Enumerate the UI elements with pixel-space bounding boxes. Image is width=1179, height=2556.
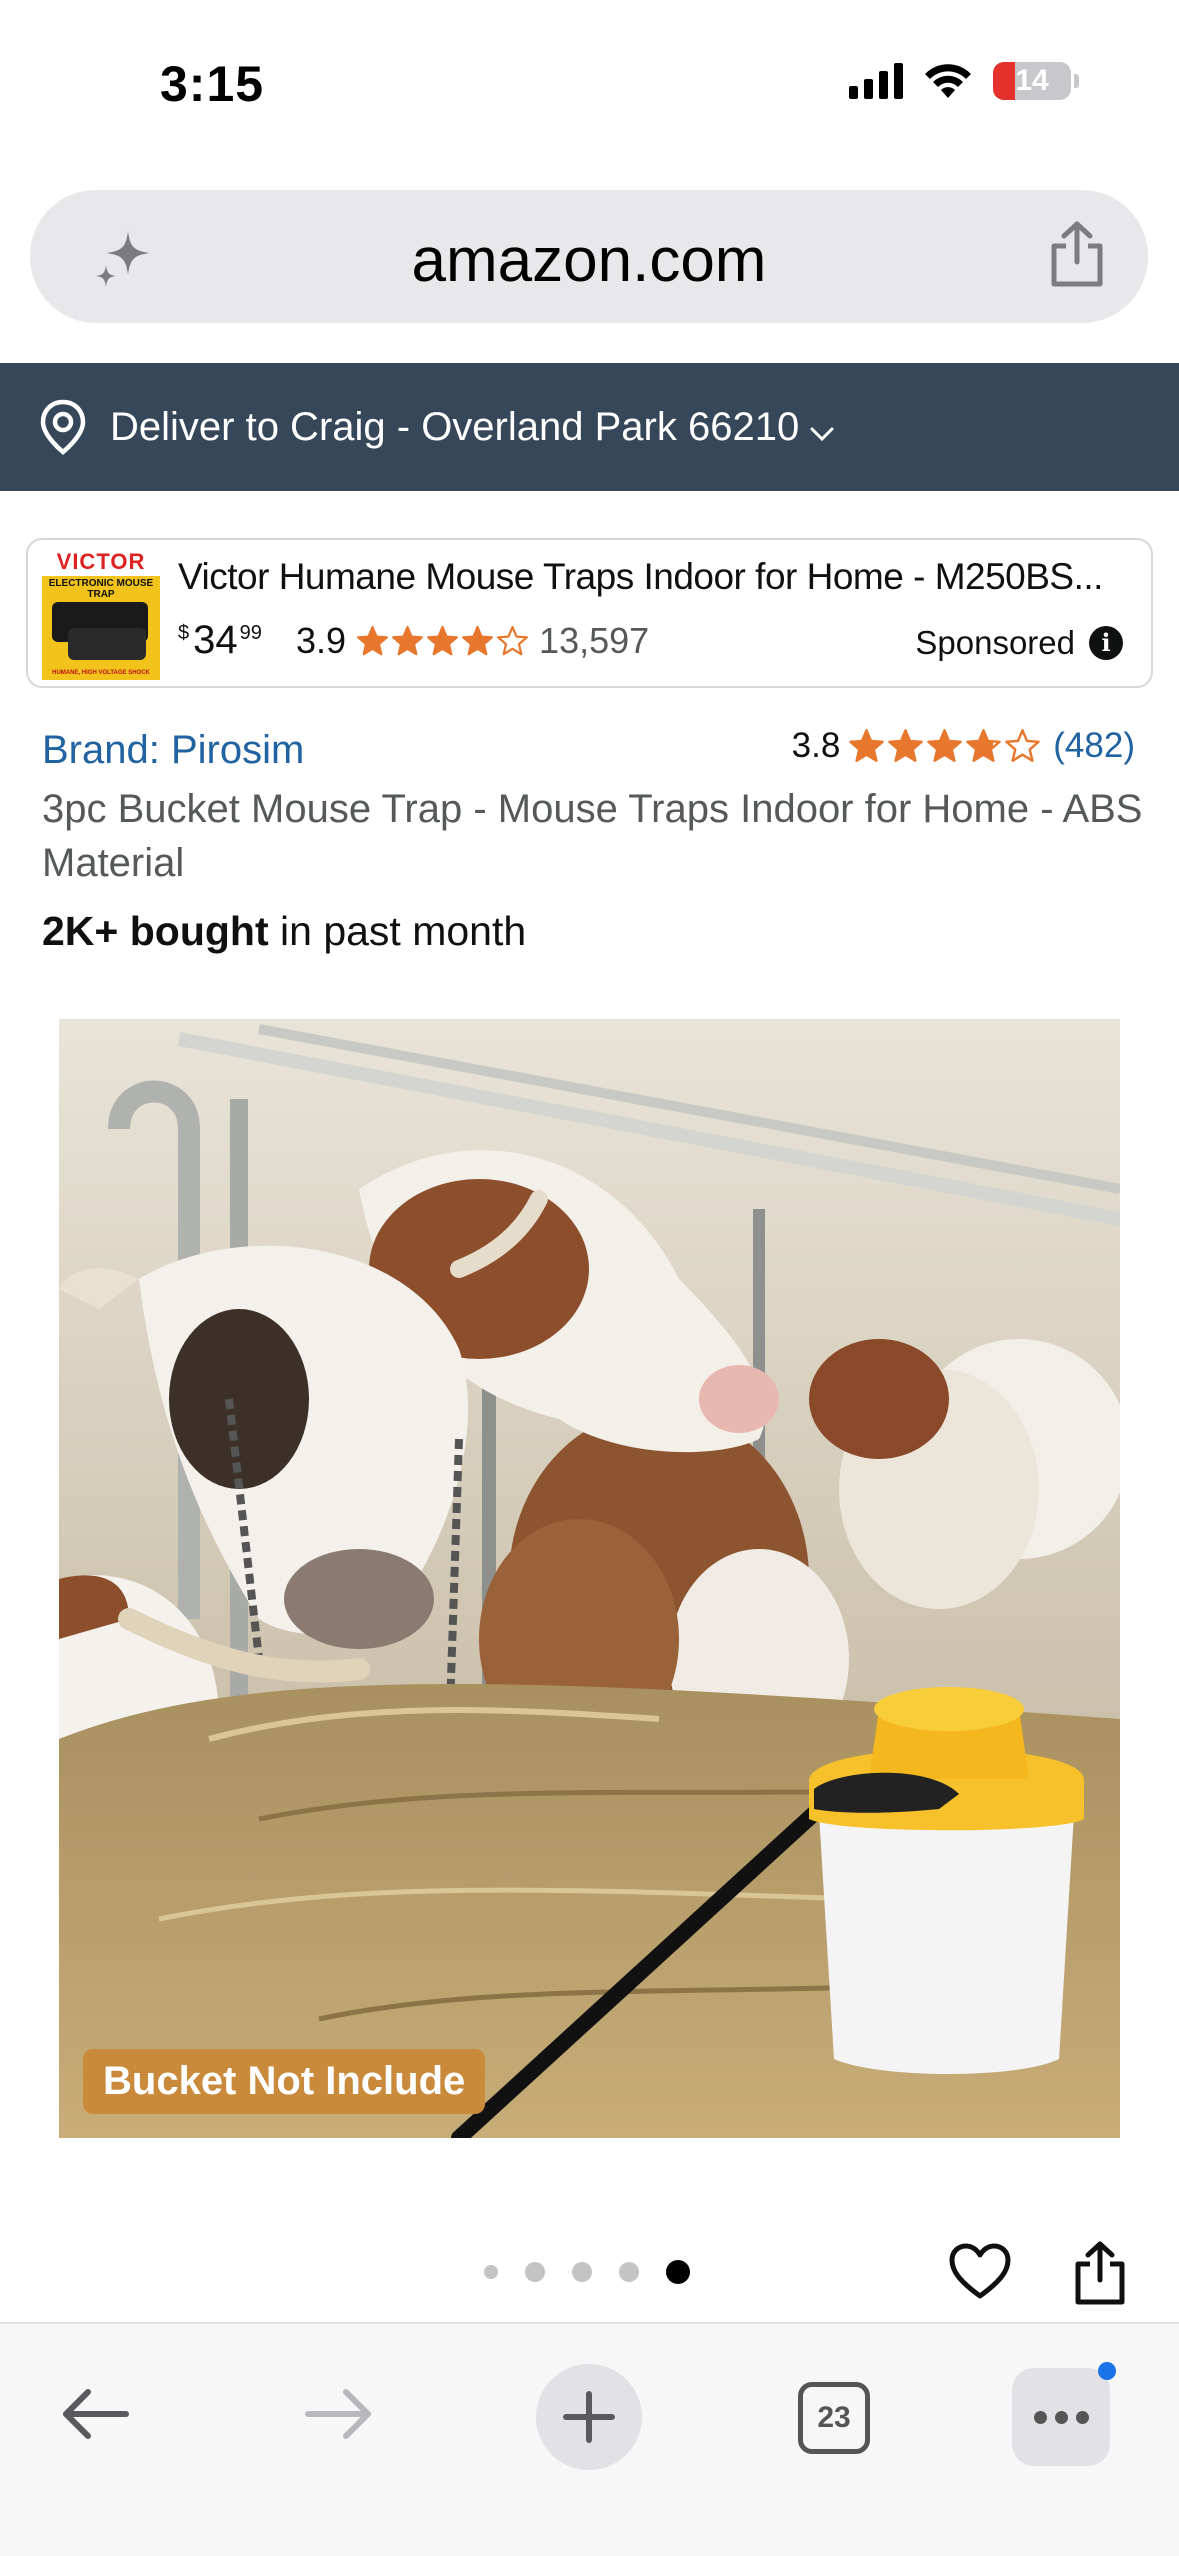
sponsored-product-thumbnail[interactable]: VICTOR ELECTRONIC MOUSE TRAP HUMANE, HIG…	[42, 548, 160, 680]
wifi-icon	[925, 64, 971, 98]
price-fraction: 99	[239, 622, 262, 644]
plus-icon	[563, 2391, 615, 2443]
url-text[interactable]: amazon.com	[30, 225, 1148, 296]
sponsored-rating: 3.9 13,597	[296, 620, 649, 662]
heart-icon[interactable]	[948, 2242, 1012, 2302]
page-dot[interactable]	[484, 2265, 498, 2279]
thumbnail-subtitle: ELECTRONIC MOUSE TRAP	[48, 578, 154, 600]
star-icon	[497, 625, 528, 655]
thumbnail-brand: VICTOR	[42, 548, 160, 576]
review-count: 13,597	[539, 620, 650, 661]
rating-value: 3.9	[296, 620, 347, 661]
thumbnail-footer: HUMANE, HIGH VOLTAGE SHOCK	[52, 670, 150, 676]
status-bar: 3:15 14	[0, 0, 1179, 170]
image-pagination[interactable]	[484, 2260, 690, 2284]
star-rating	[356, 625, 529, 658]
cellular-signal-icon	[849, 63, 903, 99]
product-rating[interactable]: 3.8 (482)	[792, 726, 1135, 766]
page-dot[interactable]	[572, 2262, 592, 2282]
page-dot[interactable]	[525, 2262, 545, 2282]
star-rating	[848, 728, 1041, 765]
delivery-text[interactable]: Deliver to Craig - Overland Park 66210	[110, 405, 799, 450]
star-icon	[849, 728, 885, 762]
star-icon	[966, 728, 1002, 762]
star-icon	[392, 625, 423, 655]
bought-count: 2K+ bought	[42, 908, 269, 954]
sponsored-price: $ 34 99	[178, 618, 262, 663]
star-icon	[927, 728, 963, 762]
bought-suffix: in past month	[268, 908, 527, 954]
sponsored-title[interactable]: Victor Humane Mouse Traps Indoor for Hom…	[178, 556, 1128, 598]
product-title: 3pc Bucket Mouse Trap - Mouse Traps Indo…	[42, 787, 1143, 885]
battery-level: 14	[1015, 64, 1049, 97]
notification-dot	[1098, 2362, 1116, 2380]
share-icon[interactable]	[1044, 220, 1110, 290]
status-time: 3:15	[160, 56, 265, 112]
page-dot[interactable]	[619, 2262, 639, 2282]
browser-toolbar: 23	[0, 2322, 1179, 2556]
info-icon[interactable]: i	[1089, 626, 1123, 660]
share-icon[interactable]	[1072, 2240, 1128, 2306]
sponsored-product-card[interactable]: VICTOR ELECTRONIC MOUSE TRAP HUMANE, HIG…	[26, 538, 1153, 688]
chevron-down-icon	[810, 427, 834, 442]
location-pin-icon	[40, 399, 86, 455]
new-tab-button[interactable]	[536, 2364, 642, 2470]
product-image[interactable]: Bucket Not Include	[59, 1019, 1120, 2138]
tabs-icon[interactable]: 23	[798, 2382, 870, 2454]
page-dot-active[interactable]	[666, 2260, 690, 2284]
more-icon[interactable]	[1012, 2362, 1116, 2466]
status-indicators: 14	[849, 62, 1079, 100]
star-icon	[1005, 728, 1041, 762]
forward-arrow-icon[interactable]	[302, 2384, 376, 2444]
star-icon	[427, 625, 458, 655]
star-icon	[462, 625, 493, 655]
star-icon	[357, 625, 388, 655]
star-icon	[888, 728, 924, 762]
back-arrow-icon[interactable]	[58, 2384, 132, 2444]
price-whole: 34	[193, 618, 238, 662]
sponsored-label[interactable]: Sponsored i	[915, 624, 1123, 662]
bought-in-past-month: 2K+ bought in past month	[42, 908, 526, 955]
address-bar[interactable]: amazon.com	[30, 190, 1148, 323]
image-badge: Bucket Not Include	[83, 2049, 486, 2114]
rating-value: 3.8	[791, 726, 841, 765]
sponsored-text: Sponsored	[915, 624, 1075, 661]
product-photo	[59, 1019, 1120, 2138]
price-symbol: $	[178, 622, 190, 644]
review-count-link[interactable]: (482)	[1053, 726, 1135, 766]
brand-link[interactable]: Brand: Pirosim	[42, 728, 304, 773]
delivery-location-bar[interactable]: Deliver to Craig - Overland Park 66210	[0, 363, 1179, 491]
battery-icon: 14	[993, 62, 1071, 100]
